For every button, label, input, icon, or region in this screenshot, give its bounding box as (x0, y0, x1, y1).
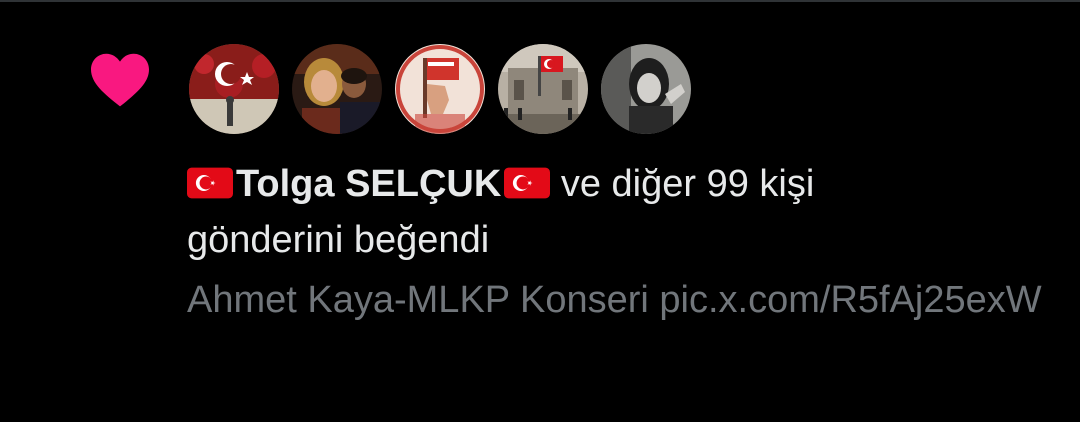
turkey-flag-icon (187, 167, 233, 199)
post-text: Ahmet Kaya-MLKP Konseri (187, 279, 660, 321)
heart-icon (91, 53, 149, 107)
like-summary: Tolga SELÇUK ve diğer 99 kişi gönderini b… (187, 156, 1047, 268)
top-divider (0, 0, 1080, 2)
avatar-couple[interactable] (290, 42, 384, 136)
liker-avatars (187, 42, 693, 136)
avatar-bw-woman[interactable] (599, 42, 693, 136)
notification-text[interactable]: Tolga SELÇUK ve diğer 99 kişi gönderini b… (187, 156, 1047, 328)
post-media-link[interactable]: pic.x.com/R5fAj25exW (659, 279, 1041, 321)
avatar-flag-display[interactable] (187, 42, 281, 136)
liked-post-preview: Ahmet Kaya-MLKP Konseri pic.x.com/R5fAj2… (187, 272, 1047, 328)
like-summary-rest: ve diğer 99 kişi (550, 163, 815, 205)
avatar-hand-flag[interactable] (393, 42, 487, 136)
turkey-flag-icon (504, 167, 551, 199)
like-summary-rest-2: gönderini beğendi (187, 219, 490, 261)
avatar-building-flag[interactable] (496, 42, 590, 136)
liker-name[interactable]: Tolga SELÇUK (236, 163, 501, 205)
